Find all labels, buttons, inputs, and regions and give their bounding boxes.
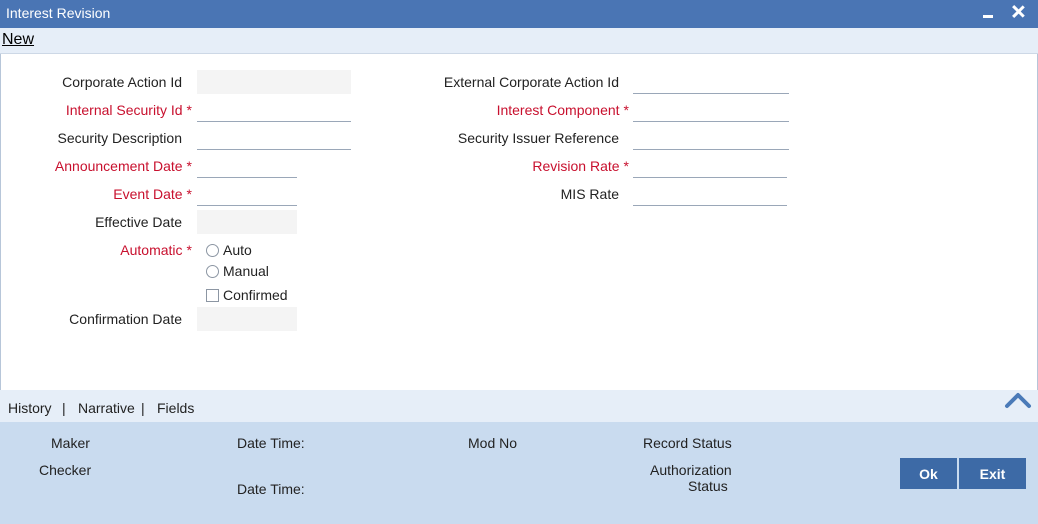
security-description-field[interactable]	[197, 126, 351, 150]
radio-manual[interactable]: Manual	[206, 263, 269, 279]
window-title: Interest Revision	[6, 5, 111, 21]
confirmation-date-label: Confirmation Date	[69, 311, 182, 327]
required-mark: *	[186, 102, 192, 118]
security-issuer-reference-label: Security Issuer Reference	[457, 130, 619, 146]
security-issuer-reference-field[interactable]	[633, 126, 789, 150]
external-corporate-action-id-field[interactable]	[633, 70, 789, 94]
radio-manual-label: Manual	[223, 263, 269, 279]
automatic-label: Automatic *	[120, 242, 192, 258]
maker-date-time-label: Date Time:	[237, 435, 305, 451]
automatic-label-text: Automatic	[120, 242, 183, 258]
mis-rate-field[interactable]	[633, 182, 787, 206]
tab-separator: |	[62, 400, 66, 416]
toolbar: New	[0, 28, 1038, 54]
confirmed-label: Confirmed	[223, 287, 288, 303]
confirmed-checkbox[interactable]: Confirmed	[206, 287, 288, 303]
required-mark: *	[623, 102, 629, 118]
required-mark: *	[623, 158, 629, 174]
announcement-date-label-text: Announcement Date	[54, 158, 183, 174]
corporate-action-id-field[interactable]	[197, 70, 351, 94]
confirmation-date-field[interactable]	[197, 307, 297, 331]
window-titlebar: Interest Revision	[0, 0, 1038, 28]
checker-date-time-label: Date Time:	[237, 481, 305, 497]
event-date-field[interactable]	[197, 182, 297, 206]
external-corporate-action-id-label: External Corporate Action Id	[443, 74, 619, 90]
tab-narrative[interactable]: Narrative	[78, 400, 135, 416]
radio-auto-label: Auto	[223, 242, 252, 258]
authorization-status-label-line2: Status	[688, 478, 728, 494]
effective-date-field[interactable]	[197, 210, 297, 234]
announcement-date-label: Announcement Date *	[55, 158, 192, 174]
announcement-date-field[interactable]	[197, 154, 297, 178]
event-date-label-text: Event Date	[113, 186, 183, 202]
checkbox-box[interactable]	[206, 288, 219, 302]
maker-label: Maker	[51, 435, 90, 451]
security-description-label: Security Description	[57, 130, 183, 146]
interest-revision-form: Corporate Action Id Internal Security Id…	[0, 54, 1038, 390]
required-mark: *	[186, 158, 192, 174]
event-date-label: Event Date *	[113, 186, 192, 202]
revision-rate-field[interactable]	[633, 154, 787, 178]
chevron-up-icon[interactable]	[1004, 390, 1032, 410]
effective-date-label: Effective Date	[95, 214, 182, 230]
required-mark: *	[186, 186, 192, 202]
sub-screen-tabs: History | Narrative | Fields	[0, 390, 1038, 422]
record-status-label: Record Status	[643, 435, 732, 451]
exit-button[interactable]: Exit	[959, 458, 1026, 489]
revision-rate-label: Revision Rate *	[532, 158, 629, 174]
window-controls	[980, 2, 1026, 22]
internal-security-id-field[interactable]	[197, 98, 351, 122]
checker-label: Checker	[39, 462, 92, 478]
required-mark: *	[186, 242, 192, 258]
interest-component-field[interactable]	[633, 98, 789, 122]
internal-security-id-label: Internal Security Id *	[66, 102, 192, 118]
mis-rate-label: MIS Rate	[560, 186, 619, 202]
mod-no-label: Mod No	[468, 435, 518, 451]
tab-history[interactable]: History	[8, 400, 52, 416]
radio-circle[interactable]	[206, 243, 219, 257]
minimize-icon[interactable]	[980, 2, 996, 22]
ok-button[interactable]: Ok	[900, 458, 957, 489]
close-icon[interactable]	[1010, 2, 1026, 22]
interest-component-label-text: Interest Component	[496, 102, 620, 118]
tab-separator: |	[141, 400, 145, 416]
audit-panel: Maker Checker Date Time: Date Time: Mod …	[0, 422, 1038, 524]
radio-circle[interactable]	[206, 264, 219, 278]
authorization-status-label-line1: Authorization	[650, 462, 732, 478]
corporate-action-id-label: Corporate Action Id	[62, 74, 182, 90]
radio-auto[interactable]: Auto	[206, 242, 252, 258]
internal-security-id-label-text: Internal Security Id	[65, 102, 183, 118]
revision-rate-label-text: Revision Rate	[532, 158, 620, 174]
tab-fields[interactable]: Fields	[157, 400, 194, 416]
new-link[interactable]: New	[2, 31, 34, 49]
interest-component-label: Interest Component *	[497, 102, 629, 118]
